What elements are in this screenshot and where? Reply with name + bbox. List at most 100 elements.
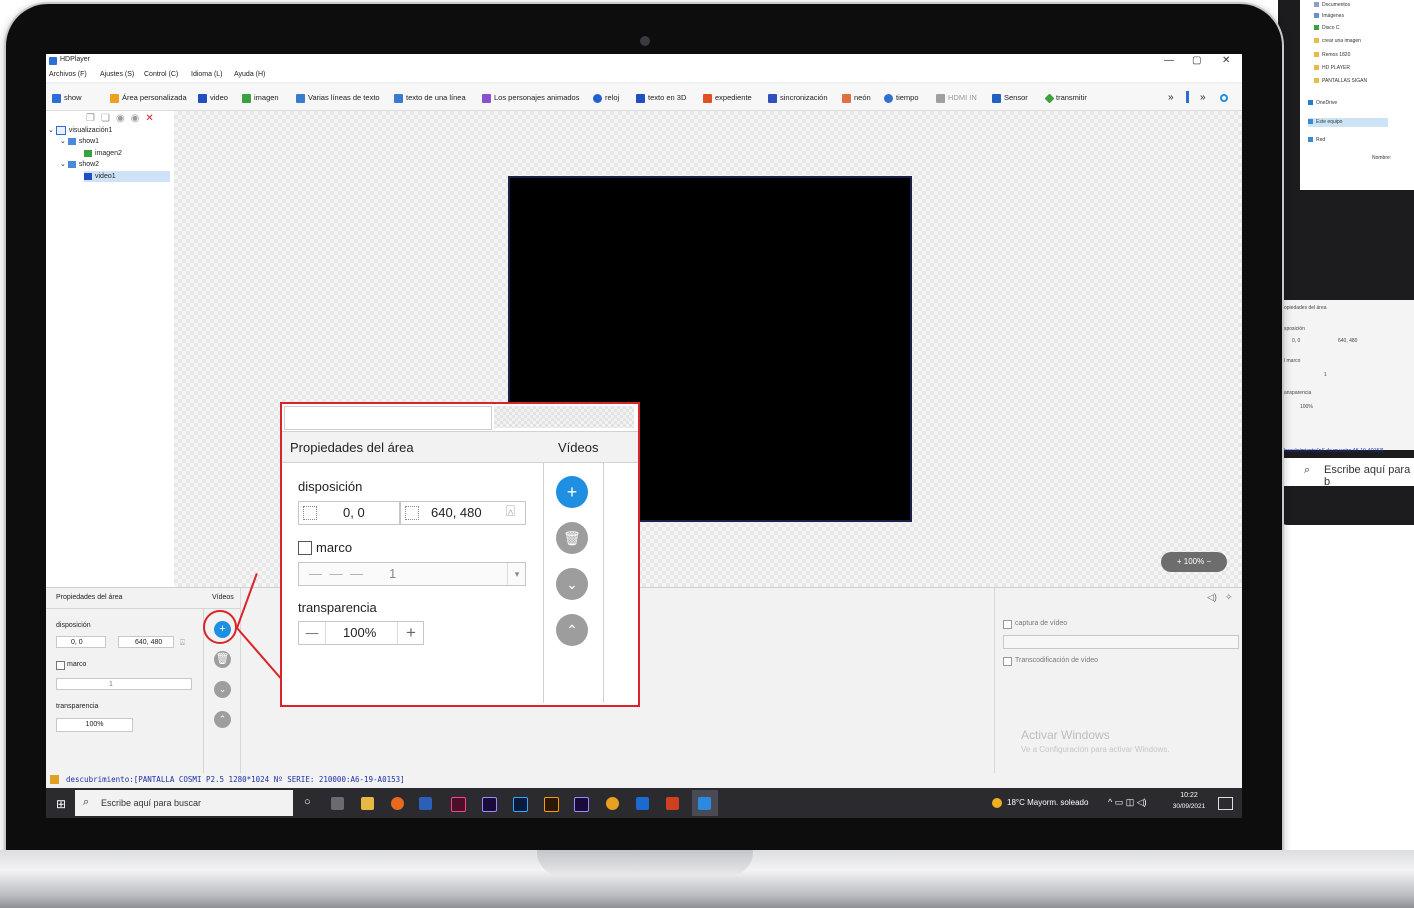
toolbar-weather-button[interactable]: tiempo — [884, 92, 919, 104]
paste-icon[interactable]: ❏ — [101, 113, 116, 124]
toolbar-overflow-button-2[interactable]: » — [1200, 92, 1206, 104]
photoshop-icon[interactable] — [513, 797, 528, 812]
system-tray-icons[interactable]: ^ ▭ ◫ ◁) — [1108, 797, 1147, 808]
explorer-item[interactable]: Documentos — [1314, 1, 1350, 10]
menu-control[interactable]: Control (C) — [144, 71, 178, 78]
firefox-icon[interactable] — [391, 797, 404, 810]
explorer-item[interactable]: Imágenes — [1314, 12, 1344, 21]
transparency-stepper[interactable]: 100% — [56, 718, 133, 732]
tree-item-video1[interactable]: video1 — [84, 171, 170, 182]
toolbar-file-button[interactable]: expediente — [703, 92, 752, 104]
tree-item-show1[interactable]: ⌄ show1 — [60, 136, 99, 147]
toolbar-custom-area-button[interactable]: Área personalizada — [110, 92, 187, 104]
move-up-button[interactable]: ⌃ — [214, 711, 231, 728]
menu-archivos[interactable]: Archivos (F) — [49, 71, 87, 78]
zoom-control[interactable]: + 100% − — [1161, 552, 1227, 572]
size-input[interactable]: 640, 480 — [118, 636, 174, 648]
after-effects-icon[interactable] — [574, 797, 589, 812]
explorer-item-network[interactable]: Red — [1308, 136, 1325, 145]
callout-transparency-stepper[interactable]: — 100% + — [298, 621, 424, 645]
notifications-icon[interactable] — [1218, 797, 1233, 810]
toolbar-3d-text-button[interactable]: texto en 3D — [636, 92, 686, 104]
settings-icon[interactable]: ✧ — [1225, 592, 1233, 603]
settings-gear-icon[interactable] — [1220, 94, 1228, 102]
bg-search-input[interactable]: Escribe aquí para b — [1324, 464, 1414, 488]
callout-dropdown-arrow-icon[interactable]: ▾ — [507, 563, 526, 585]
toolbar-sensor-button[interactable]: Sensor — [992, 92, 1028, 104]
transparency-increase-button[interactable]: + — [397, 622, 424, 644]
toolbar-sync-button[interactable]: sincronización — [768, 92, 828, 104]
callout-add-video-button[interactable]: + — [556, 476, 588, 508]
close-button[interactable]: ✕ — [1222, 55, 1230, 66]
premiere-icon[interactable] — [482, 797, 497, 812]
toolbar-multiline-text-button[interactable]: Varias líneas de texto — [296, 92, 380, 104]
tree-item-visualizacion1[interactable]: ⌄ visualización1 — [48, 125, 112, 136]
file-explorer-icon[interactable] — [361, 797, 374, 810]
indesign-icon[interactable] — [451, 797, 466, 812]
cortana-icon[interactable]: ○ — [304, 796, 311, 808]
move-up-icon[interactable]: ◉ — [116, 113, 131, 124]
explorer-item-onedrive[interactable]: OneDrive — [1308, 99, 1337, 108]
explorer-item[interactable]: PANTALLAS SIGAN — [1314, 77, 1367, 86]
delete-icon[interactable]: ✕ — [145, 113, 159, 124]
explorer-item[interactable]: crear una imagen — [1314, 37, 1361, 46]
position-input[interactable]: 0, 0 — [56, 636, 106, 648]
taskbar-search-box[interactable]: ⌕ Escribe aquí para buscar — [75, 790, 293, 816]
outlook-icon[interactable] — [636, 797, 649, 810]
toolbar-sensor-bar-icon[interactable] — [1186, 91, 1189, 103]
toolbar-video-button[interactable]: video — [198, 92, 228, 104]
tree-item-imagen2[interactable]: imagen2 — [84, 148, 122, 159]
toolbar-transmit-button[interactable]: transmitir — [1044, 92, 1087, 104]
toolbar-show-button[interactable]: show — [52, 92, 82, 104]
menu-ajustes[interactable]: Ajustes (S) — [100, 71, 134, 78]
lock-icon[interactable]: ⍓ — [180, 638, 185, 648]
maximize-button[interactable]: ▢ — [1192, 55, 1201, 66]
toolbar-single-line-text-button[interactable]: texto de una línea — [394, 92, 466, 104]
move-down-icon[interactable]: ◉ — [131, 113, 146, 124]
toolbar-overflow-button[interactable]: » — [1168, 92, 1174, 104]
tree-item-show2[interactable]: ⌄ show2 — [60, 159, 99, 170]
delete-video-button[interactable]: 🗑 — [214, 651, 231, 668]
file-icon — [703, 93, 712, 103]
callout-move-down-button[interactable]: ⌄ — [556, 568, 588, 600]
explorer-item[interactable]: Remos 1820 — [1314, 51, 1350, 60]
word-icon[interactable] — [419, 797, 432, 810]
explorer-item[interactable]: Disco C — [1314, 24, 1340, 33]
laptop-base-notch — [537, 850, 753, 876]
frame-select[interactable]: 1 — [56, 678, 192, 690]
capture-checkbox[interactable] — [1003, 620, 1012, 629]
callout-frame-select[interactable]: — — — 1 ▾ — [298, 562, 526, 586]
copy-icon[interactable]: ❐ — [86, 113, 101, 124]
toolbar-neon-button[interactable]: neón — [842, 92, 871, 104]
frame-checkbox[interactable] — [56, 661, 65, 670]
illustrator-icon[interactable] — [544, 797, 559, 812]
toolbar-hdmi-in-button[interactable]: HDMI IN — [936, 92, 977, 104]
taskbar-search-input[interactable]: Escribe aquí para buscar — [101, 798, 201, 808]
callout-delete-video-button[interactable]: 🗑 — [556, 522, 588, 554]
chrome-icon[interactable] — [606, 797, 619, 810]
toolbar-image-button[interactable]: imagen — [242, 92, 279, 104]
callout-lock-icon[interactable]: ⍓ — [506, 503, 515, 520]
menu-idioma[interactable]: Idioma (L) — [191, 71, 223, 78]
callout-frame-checkbox[interactable] — [298, 541, 312, 555]
taskbar-date[interactable]: 30/09/2021 — [1168, 803, 1210, 810]
sound-icon[interactable]: ◁) — [1207, 592, 1217, 603]
callout-move-up-button[interactable]: ⌃ — [556, 614, 588, 646]
hdplayer-taskbar-button[interactable] — [692, 790, 718, 816]
toolbar-animated-characters-button[interactable]: Los personajes animados — [482, 92, 579, 104]
explorer-item-this-pc[interactable]: Este equipo — [1308, 118, 1388, 127]
minimize-button[interactable]: — — [1164, 55, 1174, 66]
taskbar-weather[interactable]: 18°C Mayorm. soleado — [1007, 798, 1088, 807]
powerpoint-icon[interactable] — [666, 797, 679, 810]
callout-position-input[interactable]: 0, 0 — [298, 501, 400, 525]
menu-ayuda[interactable]: Ayuda (H) — [234, 71, 265, 78]
transparency-decrease-button[interactable]: — — [299, 622, 326, 644]
windows-start-icon[interactable]: ⊞ — [56, 797, 66, 811]
capture-select[interactable] — [1003, 635, 1239, 649]
explorer-item[interactable]: HD PLAYER — [1314, 64, 1350, 73]
task-view-icon[interactable] — [331, 797, 344, 810]
transcode-checkbox[interactable] — [1003, 657, 1012, 666]
taskbar-time[interactable]: 10:22 — [1174, 792, 1204, 799]
toolbar-clock-button[interactable]: reloj — [593, 92, 619, 104]
move-down-button[interactable]: ⌄ — [214, 681, 231, 698]
